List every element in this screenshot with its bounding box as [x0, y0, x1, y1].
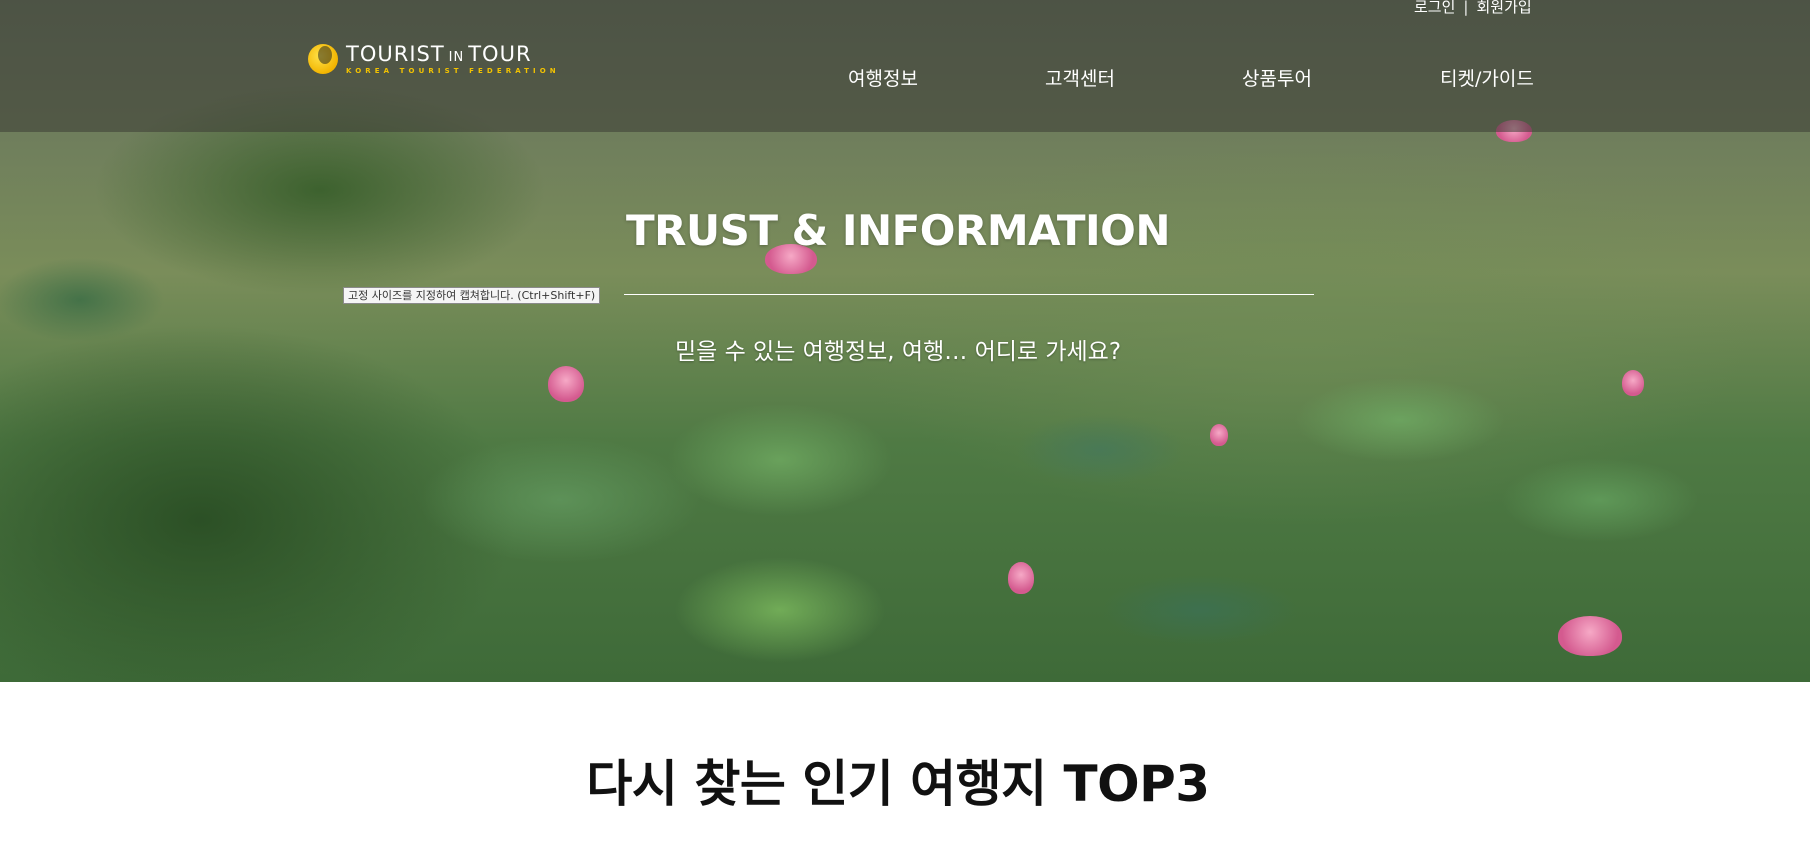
lotus-flower-decoration	[1622, 370, 1644, 396]
auth-separator: |	[1463, 0, 1469, 16]
lotus-flower-decoration	[548, 366, 584, 402]
logo-text-tour: TOUR	[468, 42, 532, 66]
logo-sun-icon	[308, 44, 338, 74]
lotus-flower-decoration	[1210, 424, 1228, 446]
nav-item-ticket-guide[interactable]: 티켓/가이드	[1440, 64, 1534, 91]
capture-tooltip: 고정 사이즈를 지정하여 캡쳐합니다. (Ctrl+Shift+F)	[343, 287, 601, 304]
hero-title: TRUST & INFORMATION	[625, 206, 1171, 255]
section-title: 다시 찾는 인기 여행지 TOP3	[586, 755, 1210, 813]
logo-text-tourist: TOURIST	[346, 42, 445, 66]
login-link[interactable]: 로그인	[1414, 0, 1455, 16]
lotus-flower-decoration	[1008, 562, 1034, 594]
logo-text-in: IN	[448, 50, 465, 65]
site-logo[interactable]: TOURIST IN TOUR KOREA TOURIST FEDERATION	[306, 40, 566, 80]
logo-text: TOURIST IN TOUR	[346, 42, 532, 66]
hero-banner: TOURIST IN TOUR KOREA TOURIST FEDERATION 로…	[0, 0, 1810, 682]
nav-item-product-tour[interactable]: 상품투어	[1242, 64, 1312, 91]
nav-item-customer-center[interactable]: 고객센터	[1045, 64, 1115, 91]
hero-divider	[624, 294, 1314, 295]
nav-item-travel-info[interactable]: 여행정보	[848, 64, 918, 91]
auth-links: 로그인 | 회원가입	[1414, 0, 1532, 17]
signup-link[interactable]: 회원가입	[1476, 0, 1531, 16]
lotus-flower-decoration	[1558, 616, 1622, 656]
logo-tagline: KOREA TOURIST FEDERATION	[346, 67, 560, 75]
hero-subtitle: 믿을 수 있는 여행정보, 여행… 어디로 가세요?	[674, 339, 1122, 365]
